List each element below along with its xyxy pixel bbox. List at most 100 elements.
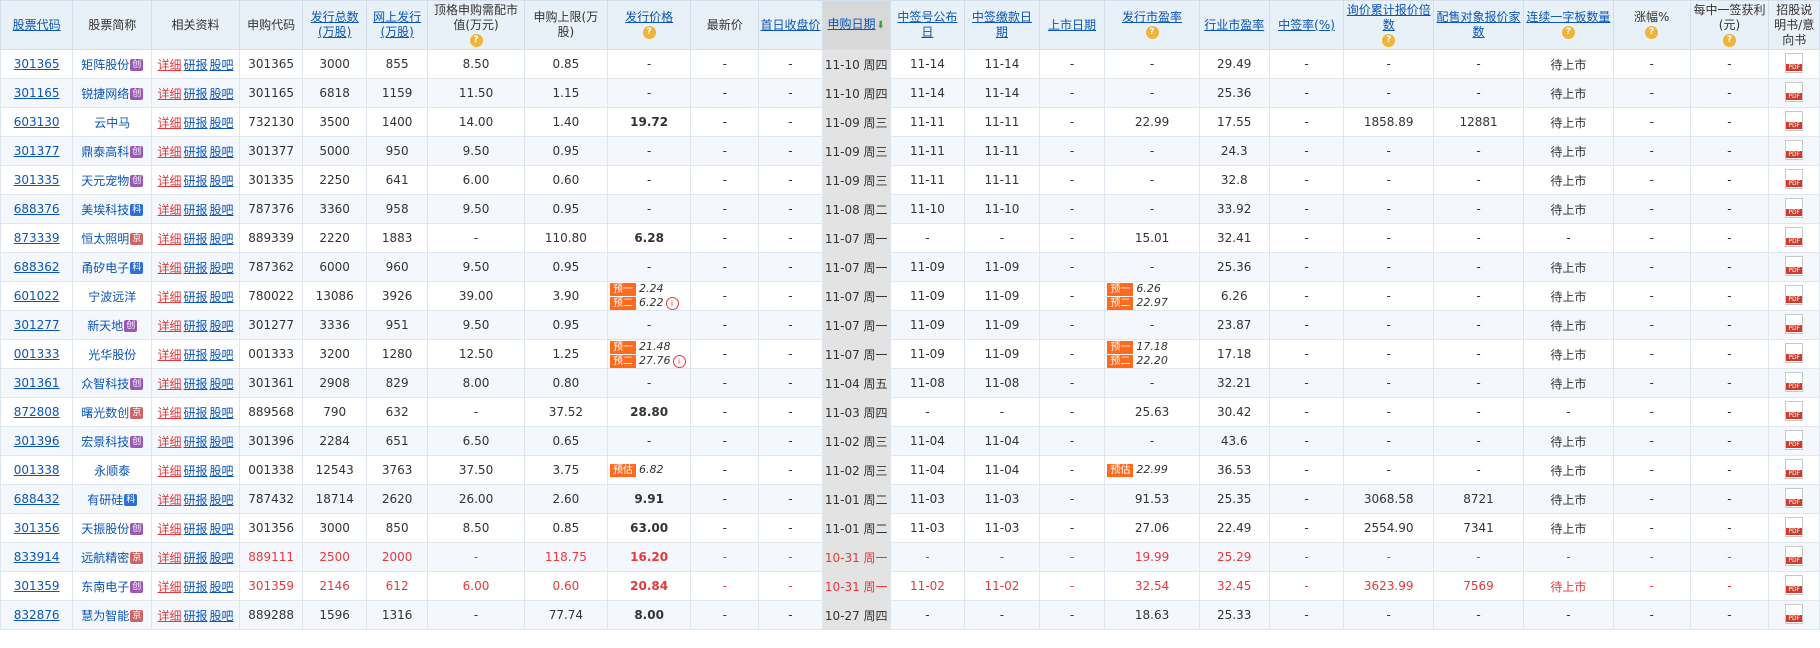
detail-link[interactable]: 详细 <box>158 464 182 478</box>
stock-name[interactable]: 慧为智能 <box>81 609 129 623</box>
forum-link[interactable]: 股吧 <box>210 261 234 275</box>
pdf-icon[interactable] <box>1785 81 1804 102</box>
stock-name[interactable]: 远航精密 <box>81 551 129 565</box>
report-link[interactable]: 研报 <box>184 261 208 275</box>
stock-code-link[interactable]: 301277 <box>14 318 60 332</box>
report-link[interactable]: 研报 <box>184 174 208 188</box>
forum-link[interactable]: 股吧 <box>210 464 234 478</box>
column-header-label[interactable]: 发行价格 <box>625 10 673 24</box>
stock-name[interactable]: 鼎泰高科 <box>81 145 129 159</box>
info-icon[interactable]: i <box>672 355 686 368</box>
pdf-icon[interactable] <box>1785 226 1804 247</box>
report-link[interactable]: 研报 <box>184 87 208 101</box>
stock-name-cell[interactable]: 宏景科技创 <box>72 426 153 456</box>
column-header[interactable]: 询价累计报价倍数? <box>1343 0 1435 50</box>
stock-code-link[interactable]: 688362 <box>14 260 60 274</box>
stock-code-link[interactable]: 603130 <box>14 115 60 129</box>
column-header-label[interactable]: 中签号公布日 <box>897 10 957 39</box>
pdf-icon[interactable] <box>1785 313 1804 334</box>
stock-code-link[interactable]: 301396 <box>14 434 60 448</box>
forum-link[interactable]: 股吧 <box>210 580 234 594</box>
help-icon[interactable]: ? <box>1145 26 1159 39</box>
detail-link[interactable]: 详细 <box>158 493 182 507</box>
stock-name-cell[interactable]: 慧为智能京 <box>72 600 153 630</box>
column-header[interactable]: 网上发行(万股) <box>365 0 429 50</box>
detail-link[interactable]: 详细 <box>158 609 182 623</box>
detail-link[interactable]: 详细 <box>158 580 182 594</box>
stock-name[interactable]: 甬矽电子 <box>81 261 129 275</box>
report-link[interactable]: 研报 <box>184 116 208 130</box>
stock-name[interactable]: 天元宠物 <box>81 174 129 188</box>
stock-name-cell[interactable]: 永顺泰 <box>72 455 153 485</box>
pdf-icon[interactable] <box>1785 400 1804 421</box>
stock-code-link[interactable]: 872808 <box>14 405 60 419</box>
stock-name[interactable]: 光华股份 <box>88 348 136 362</box>
pdf-icon[interactable] <box>1785 168 1804 189</box>
column-header[interactable]: 首日收盘价 <box>758 0 823 50</box>
stock-name[interactable]: 锐捷网络 <box>81 87 129 101</box>
forum-link[interactable]: 股吧 <box>210 493 234 507</box>
detail-link[interactable]: 详细 <box>158 232 182 246</box>
stock-name[interactable]: 曙光数创 <box>81 406 129 420</box>
report-link[interactable]: 研报 <box>184 609 208 623</box>
pdf-icon[interactable] <box>1785 139 1804 160</box>
stock-name[interactable]: 宁波远洋 <box>88 290 136 304</box>
stock-name-cell[interactable]: 宁波远洋 <box>72 281 153 311</box>
stock-name-cell[interactable]: 恒太照明京 <box>72 223 153 253</box>
forum-link[interactable]: 股吧 <box>210 203 234 217</box>
pdf-icon[interactable] <box>1785 458 1804 479</box>
column-header-label[interactable]: 上市日期 <box>1048 18 1096 32</box>
column-header[interactable]: 配售对象报价家数 <box>1433 0 1524 50</box>
stock-name[interactable]: 有研硅 <box>87 493 123 507</box>
stock-name-cell[interactable]: 美埃科技科 <box>72 194 153 224</box>
pdf-icon[interactable] <box>1785 255 1804 276</box>
stock-code-link[interactable]: 301165 <box>14 86 60 100</box>
detail-link[interactable]: 详细 <box>158 145 182 159</box>
report-link[interactable]: 研报 <box>184 435 208 449</box>
pdf-icon[interactable] <box>1785 574 1804 595</box>
stock-name[interactable]: 众智科技 <box>81 377 129 391</box>
report-link[interactable]: 研报 <box>184 522 208 536</box>
detail-link[interactable]: 详细 <box>158 174 182 188</box>
stock-name[interactable]: 矩阵股份 <box>81 58 129 72</box>
info-icon[interactable]: i <box>665 297 679 310</box>
pdf-icon[interactable] <box>1785 342 1804 363</box>
column-header-label[interactable]: 发行总数(万股) <box>311 10 359 39</box>
stock-code-link[interactable]: 301377 <box>14 144 60 158</box>
pdf-icon[interactable] <box>1785 371 1804 392</box>
column-header[interactable]: 发行价格? <box>606 0 692 50</box>
stock-name[interactable]: 新天地 <box>87 319 123 333</box>
report-link[interactable]: 研报 <box>184 290 208 304</box>
stock-name-cell[interactable]: 天元宠物创 <box>72 165 153 195</box>
stock-code-link[interactable]: 001333 <box>14 347 60 361</box>
stock-code-link[interactable]: 688376 <box>14 202 60 216</box>
detail-link[interactable]: 详细 <box>158 377 182 391</box>
forum-link[interactable]: 股吧 <box>210 145 234 159</box>
forum-link[interactable]: 股吧 <box>210 609 234 623</box>
column-header[interactable]: 发行市盈率? <box>1104 0 1200 50</box>
detail-link[interactable]: 详细 <box>158 406 182 420</box>
stock-name-cell[interactable]: 矩阵股份创 <box>72 49 153 79</box>
forum-link[interactable]: 股吧 <box>210 406 234 420</box>
report-link[interactable]: 研报 <box>184 406 208 420</box>
report-link[interactable]: 研报 <box>184 58 208 72</box>
help-icon[interactable]: ? <box>1645 26 1659 39</box>
report-link[interactable]: 研报 <box>184 464 208 478</box>
detail-link[interactable]: 详细 <box>158 87 182 101</box>
stock-code-link[interactable]: 688432 <box>14 492 60 506</box>
stock-code-link[interactable]: 833914 <box>14 550 60 564</box>
detail-link[interactable]: 详细 <box>158 290 182 304</box>
report-link[interactable]: 研报 <box>184 145 208 159</box>
stock-name[interactable]: 美埃科技 <box>81 203 129 217</box>
forum-link[interactable]: 股吧 <box>210 290 234 304</box>
stock-name-cell[interactable]: 众智科技创 <box>72 368 153 398</box>
report-link[interactable]: 研报 <box>184 493 208 507</box>
column-header[interactable]: 上市日期 <box>1038 0 1106 50</box>
stock-name-cell[interactable]: 甬矽电子科 <box>72 252 153 282</box>
column-header-label[interactable]: 首日收盘价 <box>760 18 820 32</box>
forum-link[interactable]: 股吧 <box>210 232 234 246</box>
report-link[interactable]: 研报 <box>184 203 208 217</box>
stock-name[interactable]: 东南电子 <box>81 580 129 594</box>
forum-link[interactable]: 股吧 <box>210 522 234 536</box>
stock-code-link[interactable]: 832876 <box>14 608 60 622</box>
